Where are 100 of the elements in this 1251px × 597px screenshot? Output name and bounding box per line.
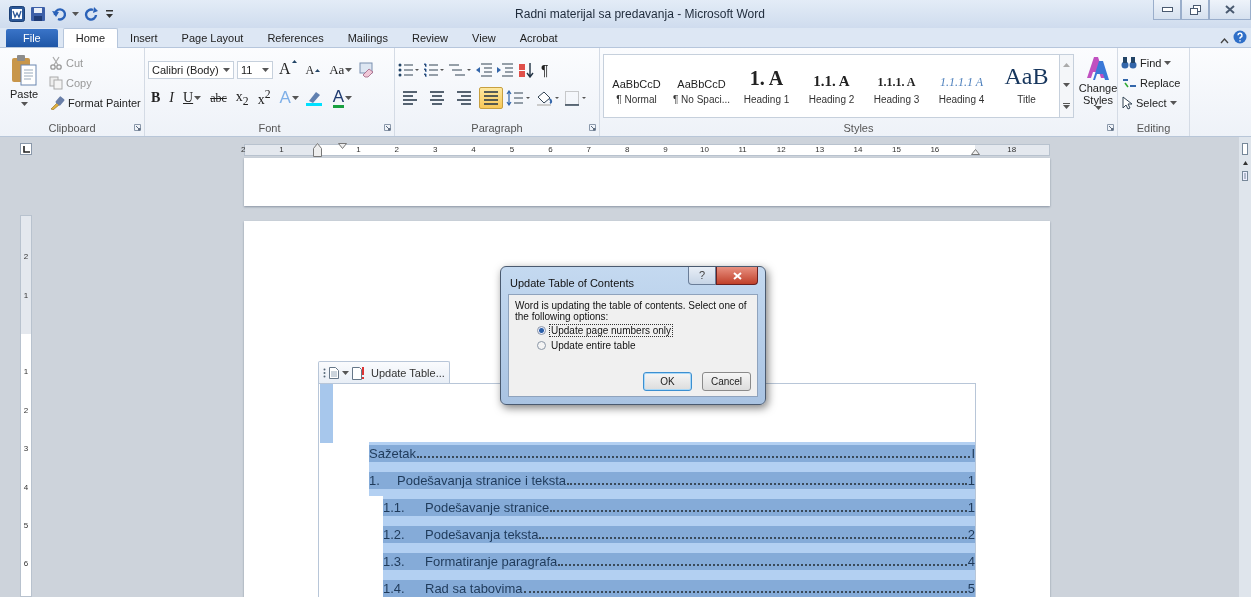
show-formatting-button[interactable]: ¶ — [538, 60, 552, 80]
ribbon-tab[interactable]: Insert — [118, 29, 170, 47]
select-button[interactable]: Select — [1121, 94, 1181, 111]
multilevel-list-icon[interactable] — [448, 63, 472, 77]
group-label: Styles — [843, 121, 874, 134]
indent-marker-icon[interactable] — [313, 143, 322, 157]
ribbon-tab[interactable]: Acrobat — [507, 29, 570, 47]
gallery-scroll-buttons[interactable] — [1059, 55, 1073, 117]
strikethrough-button[interactable]: abc — [207, 88, 230, 108]
style-preview[interactable]: AaB — [1004, 67, 1049, 90]
ribbon-tab[interactable]: Mailings — [335, 29, 400, 47]
close-button[interactable] — [716, 267, 758, 285]
decrease-indent-icon[interactable] — [475, 63, 493, 77]
toc-entry[interactable]: 1.3. Formatiranje paragrafa 4 — [383, 550, 975, 577]
dialog-launcher-icon[interactable] — [1107, 124, 1114, 131]
paste-button[interactable]: Paste — [3, 50, 45, 119]
ribbon-tab[interactable]: File — [6, 29, 58, 47]
font-name-field[interactable]: Calibri (Body) — [148, 61, 234, 79]
update-table-button[interactable]: Update Table... — [318, 361, 450, 383]
ruler-number: 8 — [623, 145, 631, 155]
grow-font-button[interactable]: A — [276, 60, 300, 80]
numbering-icon[interactable] — [423, 63, 445, 77]
dialog-button[interactable]: OK — [643, 372, 692, 391]
shrink-font-button[interactable]: A — [302, 60, 324, 80]
script-button[interactable]: x$_{2}$ — [232, 88, 252, 108]
change-case-button[interactable]: Aa — [326, 60, 356, 80]
style-preview[interactable]: 1. A — [749, 67, 784, 90]
ruler-number: 4 — [22, 481, 30, 494]
ribbon-tab[interactable]: Home — [62, 28, 119, 48]
italic-button[interactable]: I — [166, 88, 177, 108]
binoculars-icon — [1121, 55, 1137, 70]
customize-icon[interactable] — [105, 8, 114, 20]
toc-entry[interactable]: 1.2. Podešavanja teksta 2 — [383, 523, 975, 550]
help-icon[interactable] — [1233, 30, 1247, 44]
collapse-ribbon-icon[interactable] — [1220, 38, 1229, 44]
clipboard-icon — [11, 54, 37, 86]
more-icon — [1063, 103, 1070, 109]
style-preview[interactable]: 1.1.1. A — [877, 67, 916, 90]
maximize-button[interactable] — [1181, 0, 1209, 20]
caret-icon — [345, 68, 353, 72]
toc-entry[interactable]: Sažetak I — [369, 442, 975, 469]
ruler-number: 10 — [700, 145, 708, 155]
ruler-number: 6 — [547, 145, 554, 155]
undo-icon[interactable] — [51, 6, 67, 22]
align-justify-button[interactable] — [479, 87, 503, 109]
radio-button[interactable] — [537, 340, 546, 350]
change-styles-button[interactable]: Change Styles — [1078, 50, 1118, 119]
style-preview[interactable]: 1.1. A — [813, 67, 850, 90]
group-label: Editing — [1136, 121, 1171, 134]
dialog-launcher-icon[interactable] — [134, 124, 141, 131]
first-line-indent-icon[interactable] — [338, 143, 347, 149]
ribbon-tab[interactable]: References — [255, 29, 336, 47]
dialog-launcher-icon[interactable] — [384, 124, 391, 131]
save-icon[interactable] — [30, 6, 46, 22]
font-size-field[interactable]: 11 — [237, 61, 273, 79]
style-preview[interactable]: AaBbCcD — [612, 67, 661, 90]
align-icon — [428, 90, 446, 106]
minimize-button[interactable] — [1153, 0, 1181, 20]
option-label[interactable]: Update entire table — [549, 338, 638, 352]
right-indent-icon[interactable] — [971, 149, 980, 155]
help-button[interactable]: ? — [688, 267, 716, 285]
ribbon-tab[interactable]: Page Layout — [169, 29, 256, 47]
borders-icon[interactable] — [564, 90, 588, 106]
line-spacing-icon[interactable] — [506, 90, 532, 106]
dialog-button[interactable]: Cancel — [702, 372, 751, 391]
format-painter-button[interactable]: Format Painter — [49, 94, 141, 111]
style-name[interactable]: ¶ No Spaci... — [672, 93, 731, 105]
toc-entry[interactable]: 1. Podešavanja stranice i teksta 1 — [369, 469, 975, 496]
replace-button[interactable]: Replace — [1121, 74, 1181, 91]
increase-indent-icon[interactable] — [496, 63, 514, 77]
app-icon[interactable] — [9, 6, 25, 22]
close-button[interactable] — [1209, 0, 1251, 20]
bullets-icon[interactable] — [398, 63, 420, 77]
radio-button[interactable] — [537, 325, 546, 335]
bold-button[interactable]: B — [148, 88, 164, 108]
ribbon-tab[interactable]: View — [460, 29, 508, 47]
style-name[interactable]: Title — [1017, 93, 1036, 105]
style-name[interactable]: Heading 3 — [873, 93, 920, 105]
tab-selector[interactable] — [20, 143, 32, 155]
sort-icon[interactable] — [517, 62, 535, 78]
cursor-icon — [1121, 95, 1133, 110]
style-preview[interactable]: 1.1.1.1 A — [939, 67, 984, 90]
style-name[interactable]: Heading 1 — [743, 93, 790, 105]
shading-icon[interactable] — [535, 90, 561, 106]
scissors-icon — [49, 55, 63, 70]
script-button[interactable]: x$^{2}$ — [254, 88, 274, 108]
underline-button[interactable]: U — [180, 88, 205, 108]
redo-icon[interactable] — [84, 6, 100, 22]
dialog-launcher-icon[interactable] — [589, 124, 596, 131]
find-button[interactable]: Find — [1121, 54, 1181, 71]
style-name[interactable]: Heading 2 — [808, 93, 855, 105]
style-name[interactable]: ¶ Normal — [616, 93, 657, 105]
ribbon-tab[interactable]: Review — [400, 29, 461, 47]
toc-entry[interactable]: 1.4. Rad sa tabovima 5 — [383, 577, 975, 597]
option-label[interactable]: Update page numbers only — [549, 323, 674, 337]
style-name[interactable]: Heading 4 — [938, 93, 985, 105]
toc-entry[interactable]: 1.1. Podešavanje stranice 1 — [383, 496, 975, 523]
view-ruler-icon — [1242, 143, 1248, 155]
font-color-button[interactable]: A — [329, 88, 356, 108]
style-preview[interactable]: AaBbCcD — [677, 67, 726, 90]
